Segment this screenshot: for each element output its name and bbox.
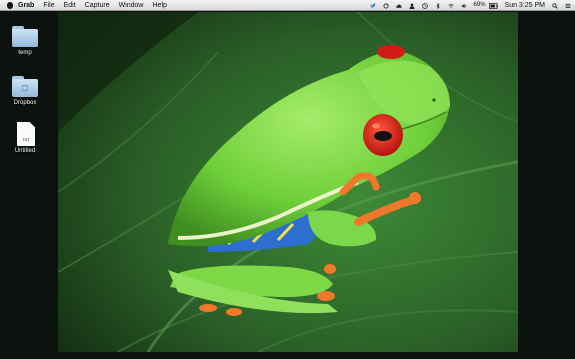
menu-file[interactable]: File xyxy=(43,0,54,11)
menu-app-grab[interactable]: Grab xyxy=(18,0,34,11)
menu-help[interactable]: Help xyxy=(153,0,167,11)
desktop-icon-label: temp xyxy=(18,50,32,56)
desktop-icon-label: Untitled xyxy=(14,148,36,154)
bluetooth-icon[interactable] xyxy=(435,2,441,9)
user-icon[interactable] xyxy=(409,2,415,9)
menu-window[interactable]: Window xyxy=(119,0,144,11)
dropbox-folder-icon xyxy=(5,74,45,98)
volume-icon[interactable] xyxy=(461,3,467,9)
desktop-icon-untitled[interactable]: TXT Untitled xyxy=(5,122,45,154)
wifi-icon[interactable] xyxy=(447,3,454,9)
twitter-icon[interactable] xyxy=(370,3,376,9)
battery-icon[interactable] xyxy=(488,2,498,9)
battery-percent: 69% xyxy=(473,2,486,8)
notifications-icon[interactable] xyxy=(565,3,571,9)
menu-edit[interactable]: Edit xyxy=(64,0,76,11)
text-document-icon: TXT xyxy=(5,122,45,146)
cloud-icon[interactable] xyxy=(395,3,402,9)
desktop-icon-dropbox[interactable]: Dropbox xyxy=(5,74,45,106)
folder-icon xyxy=(5,24,45,48)
desktop-icon-label: Dropbox xyxy=(13,100,37,106)
menu-capture[interactable]: Capture xyxy=(85,0,110,11)
spotlight-icon[interactable] xyxy=(552,2,558,9)
menu-clock[interactable]: Sun 3:25 PM xyxy=(505,0,545,11)
frog-photo xyxy=(58,12,518,352)
document-type-tag: TXT xyxy=(22,137,30,142)
status-area: 69% Sun 3:25 PM xyxy=(363,0,571,11)
desktop-wallpaper xyxy=(58,12,518,352)
menu-bar: Grab File Edit Capture Window Help 69% S… xyxy=(0,0,575,11)
sync-icon[interactable] xyxy=(382,2,389,9)
apple-menu-icon[interactable] xyxy=(7,1,13,9)
desktop-icon-temp[interactable]: temp xyxy=(5,24,45,56)
time-machine-icon[interactable] xyxy=(421,2,428,9)
